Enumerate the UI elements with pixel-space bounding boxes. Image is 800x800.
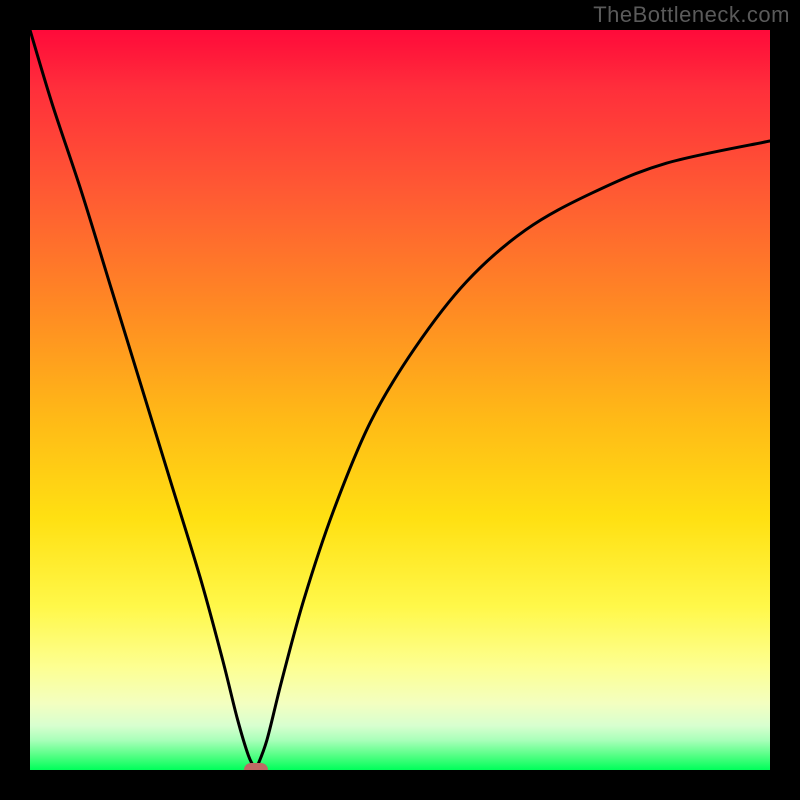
curve-left-branch — [30, 30, 256, 770]
curve-right-branch — [256, 141, 770, 770]
chart-frame: TheBottleneck.com — [0, 0, 800, 800]
watermark-text: TheBottleneck.com — [593, 2, 790, 28]
plot-area — [30, 30, 770, 770]
optimal-point-marker — [244, 763, 268, 770]
bottleneck-curve — [30, 30, 770, 770]
